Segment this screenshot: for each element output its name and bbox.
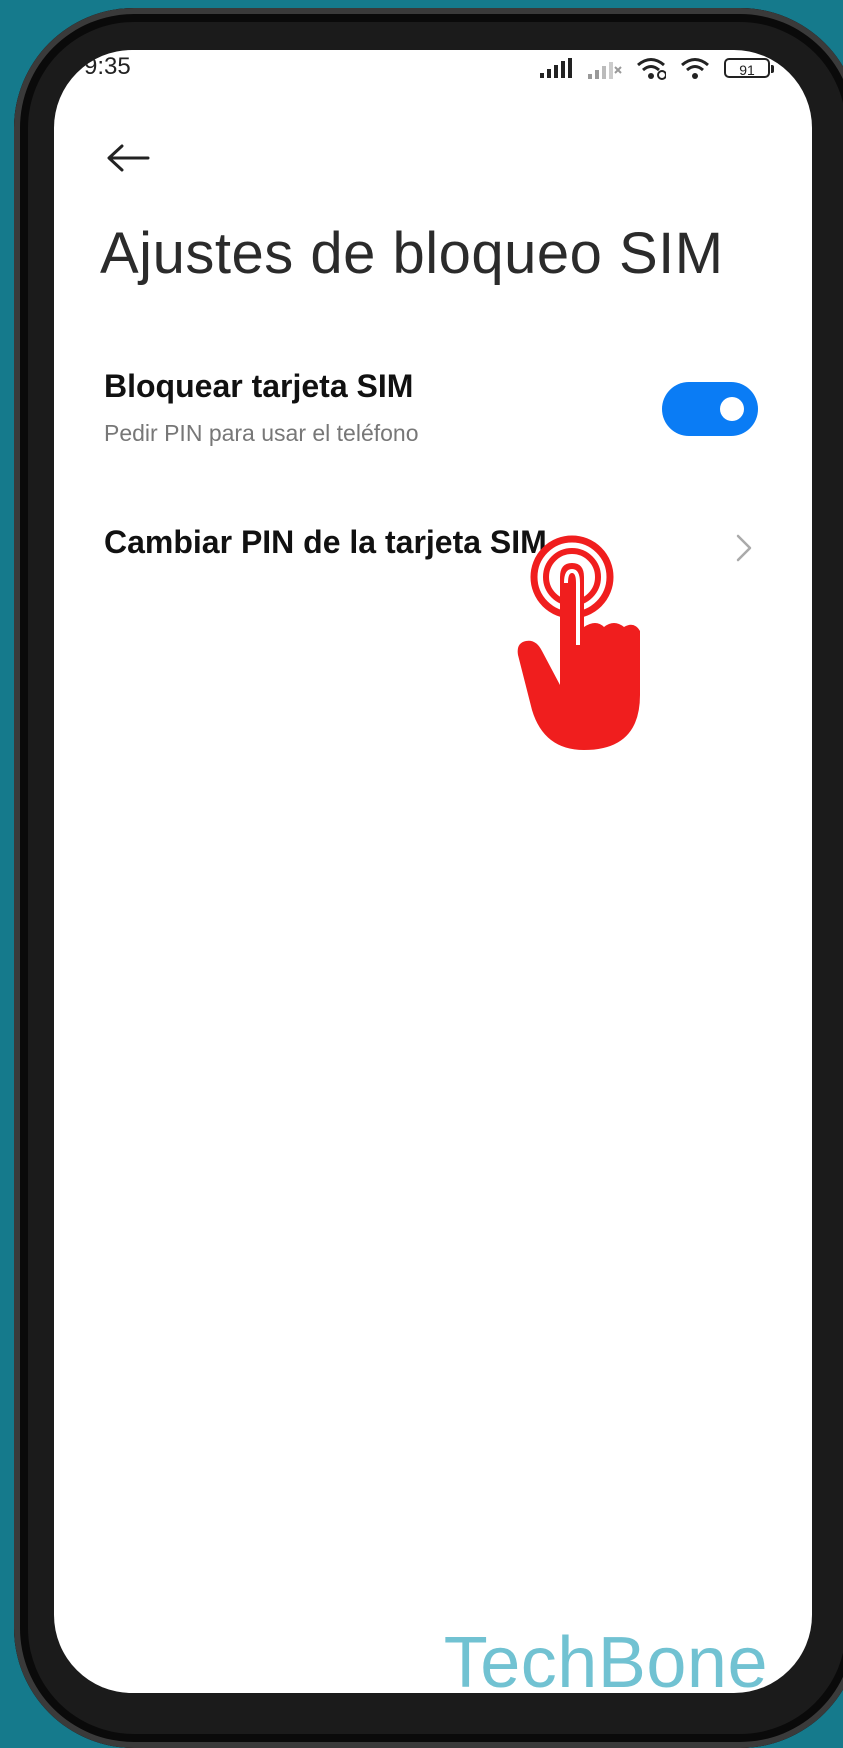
status-icons: 91 — [540, 56, 774, 80]
screen: 9:35 91 Ajustes de bloqueo SIM Bloquear … — [54, 50, 812, 1693]
page-title: Ajustes de bloqueo SIM — [100, 221, 724, 286]
wifi-icon — [680, 56, 710, 80]
lock-sim-subtitle: Pedir PIN para usar el teléfono — [104, 420, 419, 446]
lock-sim-title: Bloquear tarjeta SIM — [104, 368, 414, 404]
back-button[interactable] — [98, 128, 158, 188]
watermark-logo: TechBone — [443, 1623, 768, 1693]
signal-weak-icon — [588, 57, 622, 79]
wifi-icon — [636, 56, 666, 80]
change-pin-row[interactable]: Cambiar PIN de la tarjeta SIM — [54, 520, 812, 590]
chevron-right-icon — [736, 534, 752, 562]
tap-hand-icon — [517, 535, 640, 750]
lock-sim-toggle[interactable] — [662, 382, 758, 436]
status-time: 9:35 — [84, 53, 131, 80]
signal-icon — [540, 58, 574, 78]
toggle-knob — [720, 397, 744, 421]
change-pin-title: Cambiar PIN de la tarjeta SIM — [104, 524, 547, 560]
status-bar: 9:35 91 — [54, 50, 812, 120]
arrow-left-icon — [107, 144, 150, 172]
battery-icon: 91 — [724, 58, 774, 78]
